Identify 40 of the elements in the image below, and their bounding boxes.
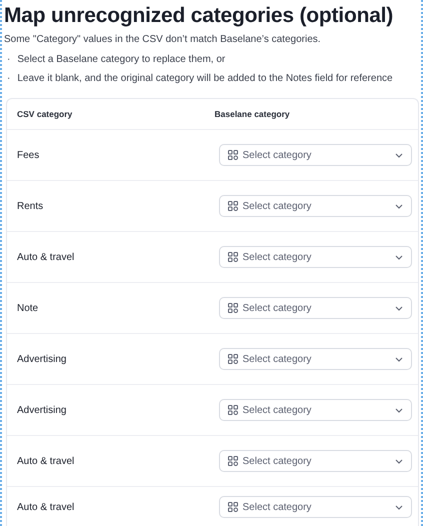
- category-dropdown[interactable]: Select category: [218, 348, 412, 370]
- grid-icon: [228, 303, 238, 313]
- grid-icon: [228, 150, 238, 160]
- description: Some "Category" values in the CSV don’t match Baselane’s categories.: [4, 33, 322, 47]
- category-dropdown[interactable]: Select category: [218, 246, 412, 268]
- bullet-marker: ·: [7, 53, 10, 67]
- csv-category: Rents: [17, 200, 44, 212]
- page-title: Map unrecognized categories (optional): [4, 3, 394, 29]
- column-header: Baselane category: [214, 109, 291, 119]
- bullet-text: Leave it blank, and the original category will be added to the Notes field for reference: [17, 72, 393, 86]
- category-dropdown[interactable]: Select category: [218, 195, 412, 217]
- category-dropdown[interactable]: Select category: [218, 399, 412, 421]
- category-dropdown[interactable]: Select category: [218, 297, 412, 319]
- csv-category: Fees: [17, 150, 40, 160]
- grid-icon: [228, 201, 238, 211]
- bullet-text: Select a Baselane category to replace them, or: [17, 53, 226, 67]
- category-dropdown[interactable]: Select category: [218, 144, 412, 166]
- chevron-down-icon: [395, 254, 403, 260]
- csv-category: Auto & travel: [17, 252, 76, 262]
- chevron-down-icon: [395, 356, 403, 362]
- chevron-down-icon: [395, 504, 403, 510]
- chevron-down-icon: [395, 306, 403, 310]
- chevron-down-icon: [395, 408, 403, 412]
- grid-icon: [228, 354, 238, 364]
- csv-category: Note: [17, 302, 40, 314]
- chevron-down-icon: [395, 152, 403, 158]
- csv-category: Advertising: [17, 404, 68, 416]
- chevron-down-icon: [395, 204, 403, 208]
- column-header: CSV category: [17, 109, 74, 119]
- csv-category: Advertising: [17, 354, 68, 364]
- grid-icon: [228, 405, 238, 415]
- category-dropdown[interactable]: Select category: [218, 496, 412, 518]
- chevron-down-icon: [395, 458, 403, 464]
- csv-category: Auto & travel: [17, 456, 76, 466]
- category-dropdown[interactable]: Select category: [218, 450, 412, 472]
- csv-category: Auto & travel: [17, 502, 76, 512]
- grid-icon: [228, 252, 238, 262]
- grid-icon: [228, 456, 238, 466]
- grid-icon: [228, 502, 238, 512]
- bullet-marker: ·: [7, 72, 10, 86]
